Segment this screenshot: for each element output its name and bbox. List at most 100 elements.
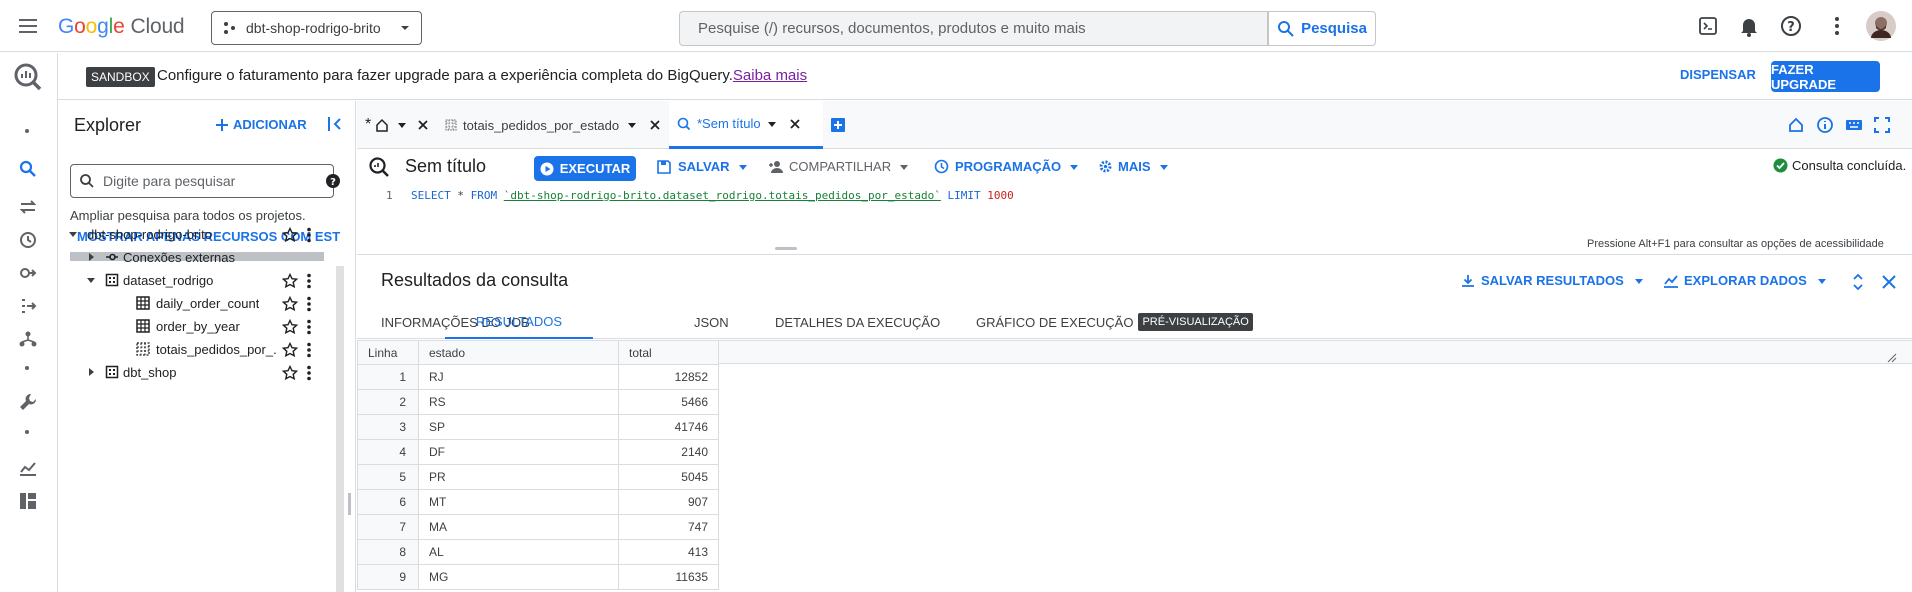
- avatar[interactable]: [1866, 11, 1896, 41]
- estado-cell[interactable]: RJ: [418, 364, 619, 390]
- estado-cell[interactable]: RS: [418, 389, 619, 415]
- column-header-estado[interactable]: estado: [418, 340, 619, 365]
- tab-saved-query[interactable]: totais_pedidos_por_estado: [437, 101, 660, 149]
- more-button[interactable]: MAIS: [1098, 159, 1169, 174]
- save-button[interactable]: SALVAR: [657, 159, 748, 174]
- estado-cell[interactable]: SP: [418, 414, 619, 440]
- expand-collapse-icon[interactable]: [1851, 273, 1865, 291]
- google-cloud-logo[interactable]: Google Cloud: [58, 15, 185, 39]
- chevron-down-icon[interactable]: [397, 120, 407, 130]
- global-search-input[interactable]: [696, 19, 1267, 38]
- more-vert-icon[interactable]: [306, 273, 312, 289]
- tab-json[interactable]: JSON: [694, 305, 729, 339]
- cloud-shell-icon[interactable]: [1696, 14, 1720, 38]
- explorer-search-input[interactable]: [101, 172, 301, 190]
- learn-more-link[interactable]: Saiba mais: [733, 67, 807, 84]
- keyboard-icon[interactable]: [1844, 115, 1864, 135]
- star-icon[interactable]: [282, 227, 298, 243]
- tab-execution-details[interactable]: DETALHES DA EXECUÇÃO: [775, 305, 940, 339]
- row-number-cell[interactable]: 2: [357, 389, 419, 415]
- star-icon[interactable]: [282, 342, 298, 358]
- caret-down-icon[interactable]: [86, 275, 96, 285]
- home-icon[interactable]: [1786, 115, 1806, 135]
- global-search[interactable]: [679, 11, 1268, 46]
- table-row[interactable]: 8 AL 413: [357, 539, 719, 565]
- row-number-cell[interactable]: 4: [357, 439, 419, 465]
- row-number-cell[interactable]: 7: [357, 514, 419, 540]
- total-cell[interactable]: 41746: [618, 414, 719, 440]
- star-icon[interactable]: [282, 365, 298, 381]
- total-cell[interactable]: 413: [618, 539, 719, 565]
- caret-right-icon[interactable]: [86, 367, 96, 377]
- row-number-cell[interactable]: 1: [357, 364, 419, 390]
- schedule-button[interactable]: PROGRAMAÇÃO: [934, 159, 1079, 174]
- column-header-row-number[interactable]: Linha: [357, 340, 419, 365]
- estado-cell[interactable]: MG: [418, 564, 619, 590]
- estado-cell[interactable]: AL: [418, 539, 619, 565]
- star-icon[interactable]: [282, 273, 298, 289]
- collapse-panel-icon[interactable]: [326, 115, 344, 133]
- code-line[interactable]: SELECT * FROM `dbt-shop-rodrigo-brito.da…: [411, 189, 1014, 202]
- explore-data-button[interactable]: EXPLORAR DADOS: [1663, 273, 1827, 288]
- chevron-down-icon[interactable]: [627, 120, 637, 130]
- row-number-cell[interactable]: 8: [357, 539, 419, 565]
- close-icon[interactable]: [417, 119, 429, 131]
- column-header-total[interactable]: total: [618, 340, 719, 365]
- fullscreen-icon[interactable]: [1872, 115, 1892, 135]
- estado-cell[interactable]: MT: [418, 489, 619, 515]
- table-row[interactable]: 6 MT 907: [357, 489, 719, 515]
- table-row[interactable]: 5 PR 5045: [357, 464, 719, 490]
- search-icon[interactable]: [17, 158, 39, 180]
- estado-cell[interactable]: DF: [418, 439, 619, 465]
- table-row[interactable]: 3 SP 41746: [357, 414, 719, 440]
- total-cell[interactable]: 11635: [618, 564, 719, 590]
- table-row[interactable]: 7 MA 747: [357, 514, 719, 540]
- add-button[interactable]: ADICIONAR: [215, 117, 307, 132]
- total-cell[interactable]: 5045: [618, 464, 719, 490]
- dismiss-button[interactable]: DISPENSAR: [1680, 67, 1756, 82]
- monitoring-chart-icon[interactable]: [17, 457, 39, 479]
- caret-down-icon[interactable]: [68, 229, 78, 239]
- estado-cell[interactable]: MA: [418, 514, 619, 540]
- scheduled-queries-icon[interactable]: [17, 229, 39, 251]
- row-number-cell[interactable]: 9: [357, 564, 419, 590]
- help-icon[interactable]: ?: [325, 173, 341, 189]
- tab-execution-graph[interactable]: GRÁFICO DE EXECUÇÃO PRÉ-VISUALIZAÇÃO: [976, 305, 1253, 339]
- more-vert-icon[interactable]: [306, 365, 312, 381]
- hierarchy-icon[interactable]: [17, 328, 39, 350]
- total-cell[interactable]: 747: [618, 514, 719, 540]
- share-button[interactable]: COMPARTILHAR: [768, 159, 909, 174]
- close-icon[interactable]: [649, 119, 661, 131]
- help-icon[interactable]: ?: [1779, 14, 1803, 38]
- tree-dataset-row[interactable]: dbt_shop: [58, 358, 278, 386]
- caret-right-icon[interactable]: [86, 252, 96, 262]
- dataform-icon[interactable]: [17, 295, 39, 317]
- sql-editor[interactable]: 1 SELECT * FROM `dbt-shop-rodrigo-brito.…: [357, 186, 1912, 253]
- analytics-hub-icon[interactable]: [17, 262, 39, 284]
- column-resize-icon[interactable]: [1887, 353, 1897, 363]
- table-row[interactable]: 2 RS 5466: [357, 389, 719, 415]
- star-icon[interactable]: [282, 296, 298, 312]
- row-number-cell[interactable]: 6: [357, 489, 419, 515]
- more-vert-icon[interactable]: [306, 296, 312, 312]
- project-picker[interactable]: dbt-shop-rodrigo-brito: [211, 11, 422, 45]
- vertical-scrollbar[interactable]: [336, 266, 344, 592]
- total-cell[interactable]: 5466: [618, 389, 719, 415]
- save-results-button[interactable]: SALVAR RESULTADOS: [1461, 273, 1644, 288]
- upgrade-button[interactable]: FAZER UPGRADE: [1771, 61, 1880, 92]
- row-number-cell[interactable]: 5: [357, 464, 419, 490]
- table-row[interactable]: 9 MG 11635: [357, 564, 719, 590]
- table-row[interactable]: 1 RJ 12852: [357, 364, 719, 390]
- more-vert-icon[interactable]: [306, 342, 312, 358]
- new-tab-plus-icon[interactable]: [830, 117, 846, 133]
- more-vert-icon[interactable]: [306, 227, 312, 243]
- total-cell[interactable]: 12852: [618, 364, 719, 390]
- wrench-icon[interactable]: [17, 391, 39, 413]
- search-button[interactable]: Pesquisa: [1268, 11, 1376, 46]
- chevron-down-icon[interactable]: [767, 119, 777, 129]
- split-resize-handle[interactable]: [775, 247, 797, 250]
- tab-results[interactable]: RESULTADOS: [445, 305, 593, 339]
- dashboard-grid-icon[interactable]: [17, 490, 39, 512]
- tab-home[interactable]: *: [357, 101, 428, 149]
- main-menu-icon[interactable]: [16, 14, 40, 38]
